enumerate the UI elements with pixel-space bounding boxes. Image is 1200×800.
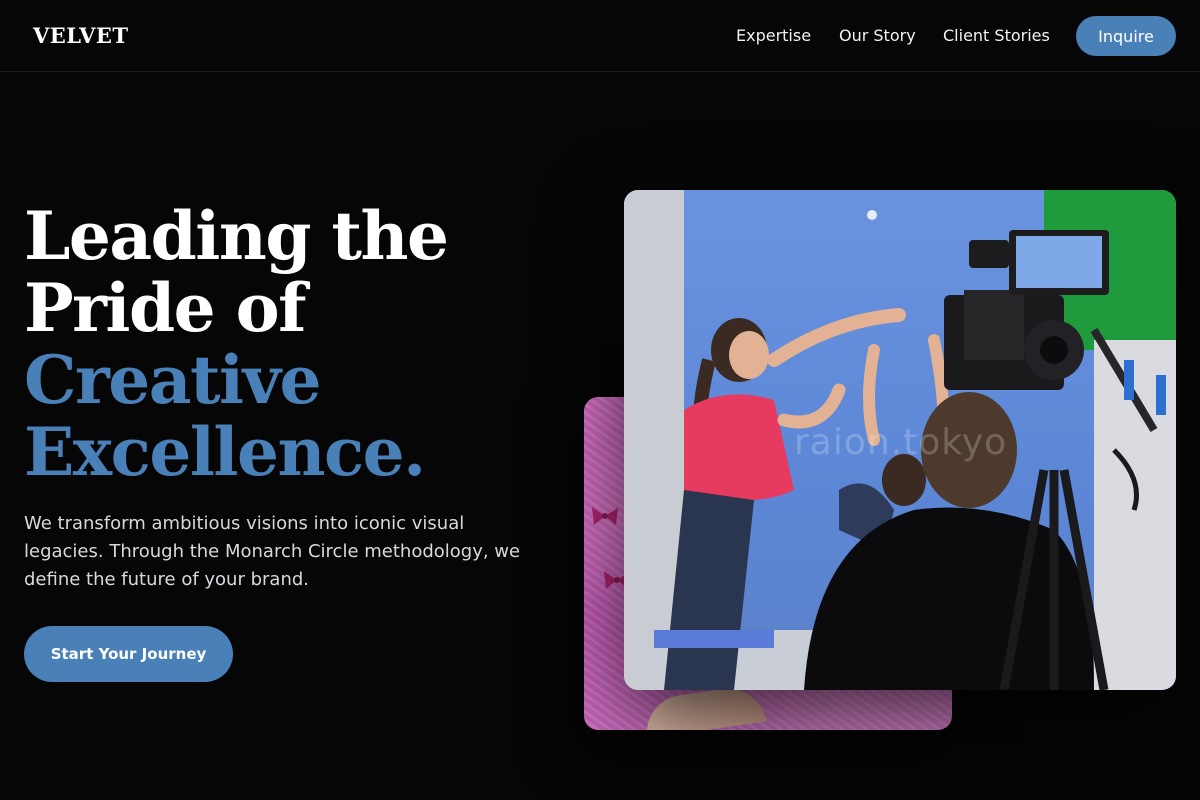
hero-description: We transform ambitious visions into icon…	[24, 513, 521, 590]
hero-title-line-4: Excellence.	[24, 413, 426, 491]
site-header: VELVET Expertise Our Story Client Storie…	[0, 0, 1200, 72]
nav-link-our-story[interactable]: Our Story	[839, 26, 916, 45]
inquire-button[interactable]: Inquire	[1076, 16, 1176, 56]
brand-logo[interactable]: VELVET	[33, 23, 129, 48]
nav-link-client-stories[interactable]: Client Stories	[943, 26, 1050, 45]
start-journey-button[interactable]: Start Your Journey	[24, 626, 233, 682]
image-watermark: raion.tokyo	[794, 422, 1008, 463]
hero-title: Leading the Pride of Creative Excellence…	[24, 197, 449, 491]
nav-link-expertise[interactable]: Expertise	[736, 26, 811, 45]
hero-title-line-1: Leading the	[24, 197, 449, 275]
hero-title-line-3: Creative	[24, 341, 321, 419]
hero-title-line-2: Pride of	[24, 269, 307, 347]
bow-decoration	[592, 507, 618, 525]
foot-shape	[641, 683, 767, 730]
